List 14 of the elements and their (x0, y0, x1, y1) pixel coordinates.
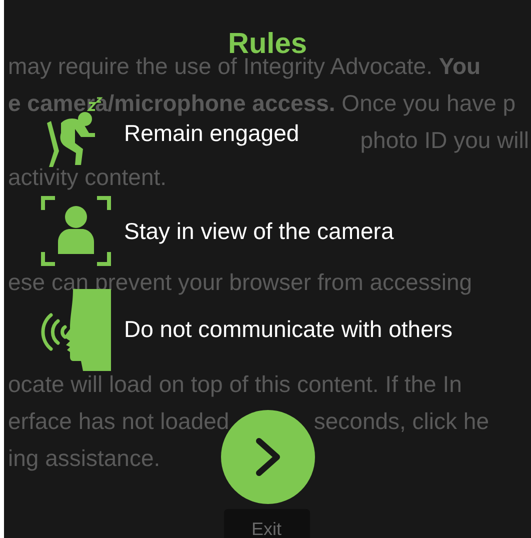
background-text-line: seconds, click he (314, 407, 489, 436)
background-text-line: may require the use of Integrity Advocate. You (8, 53, 481, 81)
background-text-line: ing assistance. (8, 444, 160, 473)
chevron-right-icon (254, 437, 280, 477)
background-text-line: photo ID you will (360, 126, 529, 155)
background-text-line: erface has not loaded (8, 407, 230, 436)
rule-text: Stay in view of the camera (124, 216, 394, 246)
background-text-line: activity content. (8, 163, 167, 192)
rule-text: Do not communicate with others (124, 314, 453, 344)
background-text-line: ocate will load on top of this content. If the In (8, 370, 462, 399)
rule-text: Remain engaged (124, 118, 300, 148)
background-text-line: ese can prevent your browser from accessing (8, 268, 472, 297)
exit-button[interactable]: Exit (224, 509, 310, 538)
person-in-frame-icon (41, 196, 111, 266)
